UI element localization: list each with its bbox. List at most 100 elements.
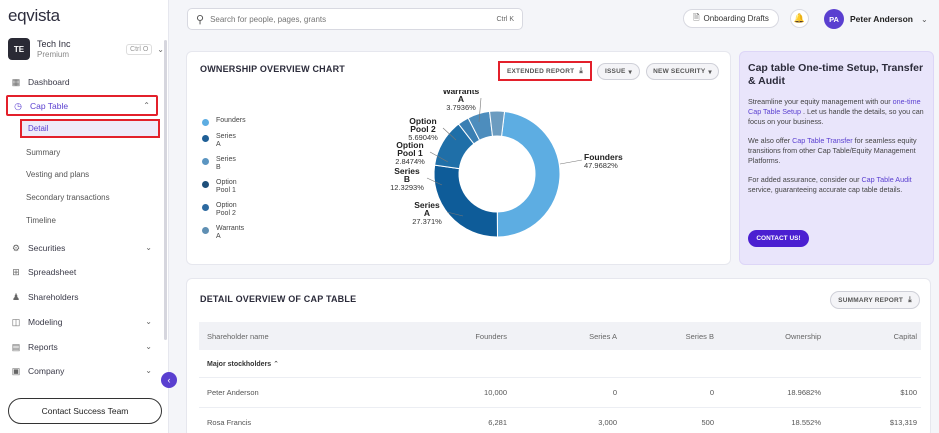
legend-label: Series B — [216, 156, 236, 171]
new-security-label: NEW SECURITY — [653, 68, 706, 75]
grid-icon: ▦ — [11, 76, 21, 87]
sidebar-item-spreadsheet[interactable]: ⊞ Spreadsheet — [6, 261, 158, 282]
collapse-sidebar-icon[interactable]: ‹ — [161, 372, 177, 388]
column-header[interactable]: Founders — [409, 332, 507, 341]
promo-text: For added assurance, consider our — [748, 175, 862, 184]
legend-item[interactable]: Option Pool 2 — [202, 202, 256, 218]
table-cell: 6,281 — [488, 418, 507, 427]
sidebar-item-company[interactable]: ▣ Company ⌄ — [6, 360, 158, 381]
company-icon: ▣ — [11, 365, 21, 376]
leader-line-founders — [559, 159, 583, 165]
search-box[interactable]: ⚲ Ctrl K — [187, 8, 523, 30]
company-shortcut: Ctrl O — [126, 43, 153, 55]
sidebar-subitem-summary[interactable]: Summary — [20, 143, 160, 162]
new-security-button[interactable]: NEW SECURITY ▾ — [646, 63, 719, 80]
legend-label: Option Pool 1 — [216, 179, 237, 194]
sidebar-item-cap-table[interactable]: ◷ Cap Table ⌃ — [6, 95, 158, 116]
summary-report-label: SUMMARY REPORT — [838, 296, 904, 304]
promo-title: Cap table One-time Setup, Transfer & Aud… — [748, 62, 924, 87]
sidebar-item-securities[interactable]: ⚙ Securities ⌄ — [6, 237, 158, 258]
contact-us-button[interactable]: CONTACT US! — [748, 230, 809, 247]
issue-button[interactable]: ISSUE ▾ — [597, 63, 640, 80]
reports-icon: ▤ — [11, 341, 21, 352]
data-label-warrants-a: Warrants A 3.7936% — [443, 90, 480, 112]
legend-swatch — [202, 204, 209, 211]
company-switcher[interactable]: TE Tech Inc Premium Ctrl O ⌄ — [8, 34, 164, 64]
legend-swatch — [202, 227, 209, 234]
data-label-founders: Founders 47.9682% — [584, 152, 623, 170]
sidebar-item-shareholders[interactable]: ♟ Shareholders — [6, 286, 158, 307]
chart-card-title: OWNERSHIP OVERVIEW CHART — [200, 64, 345, 74]
table-row[interactable]: Rosa Francis 6,281 3,000 500 18.552% $13… — [199, 408, 921, 433]
promo-text: We also offer — [748, 136, 793, 145]
legend-item[interactable]: Series A — [202, 133, 256, 149]
legend-label: Series A — [216, 133, 236, 148]
table-cell: 0 — [709, 388, 714, 397]
sidebar-item-reports[interactable]: ▤ Reports ⌄ — [6, 336, 158, 357]
slice-warrants-a[interactable] — [489, 110, 506, 137]
user-name: Peter Anderson — [850, 14, 913, 24]
summary-report-button[interactable]: SUMMARY REPORT ⤓ — [830, 291, 920, 309]
promo-paragraph: We also offer Cap Table Transfer for sea… — [748, 136, 925, 166]
sidebar-item-modeling[interactable]: ◫ Modeling ⌄ — [6, 311, 158, 332]
table-cell: $100 — [900, 388, 917, 397]
cap-table-transfer-link[interactable]: Cap Table Transfer — [792, 136, 853, 145]
bell-icon[interactable]: 🔔 — [790, 9, 809, 28]
data-label-option-pool-1: Option Pool 1 2.8474% — [395, 140, 425, 166]
cap-table-audit-link[interactable]: Cap Table Audit — [861, 175, 911, 184]
data-label-option-pool-2: Option Pool 2 5.6904% — [408, 116, 438, 142]
company-name: Tech Inc — [37, 39, 71, 49]
column-header[interactable]: Shareholder name — [199, 332, 409, 341]
column-header[interactable]: Series A — [507, 332, 617, 341]
legend-item[interactable]: Warrants A — [202, 225, 256, 241]
search-shortcut: Ctrl K — [496, 15, 515, 23]
users-icon: ♟ — [11, 291, 21, 302]
table-group-row[interactable]: Major stockholders ⌃ — [199, 350, 921, 378]
legend-item[interactable]: Founders — [202, 117, 256, 126]
company-plan: Premium — [37, 50, 70, 59]
promo-text: service, guaranteeing accurate cap table… — [748, 185, 903, 194]
promo-paragraph: For added assurance, consider our Cap Ta… — [748, 175, 925, 195]
sidebar-subitem-timeline[interactable]: Timeline — [20, 211, 160, 230]
legend-item[interactable]: Option Pool 1 — [202, 179, 256, 195]
slice-series-a[interactable] — [433, 164, 498, 238]
chevron-up-icon: ⌃ — [273, 360, 280, 368]
cap-table-detail-card: DETAIL OVERVIEW OF CAP TABLE SUMMARY REP… — [186, 278, 931, 433]
sidebar-item-label: Modeling — [28, 316, 63, 327]
sidebar-item-dashboard[interactable]: ▦ Dashboard — [6, 71, 158, 92]
promo-text: Streamline your equity management with o… — [748, 97, 893, 106]
sidebar-scrollbar[interactable] — [164, 40, 167, 340]
user-menu[interactable]: PA Peter Anderson ⌄ — [824, 8, 928, 30]
sidebar: eqvista TE Tech Inc Premium Ctrl O ⌄ ▦ D… — [0, 0, 169, 433]
chevron-down-icon: ⌄ — [145, 317, 152, 326]
cap-table: Shareholder name Founders Series A Serie… — [199, 322, 921, 433]
legend-swatch — [202, 158, 209, 165]
legend-swatch — [202, 135, 209, 142]
extended-report-button[interactable]: EXTENDED REPORT ⤓ — [498, 61, 592, 81]
sidebar-subitem-vesting[interactable]: Vesting and plans — [20, 165, 160, 184]
sidebar-subitem-secondary[interactable]: Secondary transactions — [20, 188, 160, 207]
sidebar-item-label: Shareholders — [28, 291, 79, 302]
search-input[interactable] — [210, 14, 497, 24]
issue-label: ISSUE — [605, 68, 626, 75]
ownership-donut-chart: Founders 47.9682% Series A 27.371% Series B 12.… — [390, 90, 623, 238]
column-header[interactable]: Ownership — [714, 332, 821, 341]
setup-promo-card: Cap table One-time Setup, Transfer & Aud… — [739, 51, 934, 265]
drafts-label: Onboarding Drafts — [703, 14, 769, 23]
company-avatar: TE — [8, 38, 30, 60]
table-row[interactable]: Peter Anderson 10,000 0 0 18.9682% $100 — [199, 378, 921, 408]
slice-founders[interactable] — [496, 110, 561, 238]
group-name: Major stockholders — [207, 360, 272, 368]
column-header[interactable]: Capital — [821, 332, 921, 341]
table-cell: 500 — [701, 418, 714, 427]
eqvista-logo[interactable]: eqvista — [8, 6, 60, 26]
sidebar-subitem-detail[interactable]: Detail — [20, 119, 160, 138]
legend-item[interactable]: Series B — [202, 156, 256, 172]
table-cell: 18.9682% — [787, 388, 821, 397]
table-cell: 10,000 — [484, 388, 507, 397]
column-header[interactable]: Series B — [617, 332, 714, 341]
contact-success-team-button[interactable]: Contact Success Team — [8, 398, 162, 424]
sidebar-item-label: Dashboard — [28, 76, 70, 87]
sidebar-item-label: Spreadsheet — [28, 266, 77, 277]
onboarding-drafts-button[interactable]: 🗎 Onboarding Drafts — [683, 9, 779, 28]
